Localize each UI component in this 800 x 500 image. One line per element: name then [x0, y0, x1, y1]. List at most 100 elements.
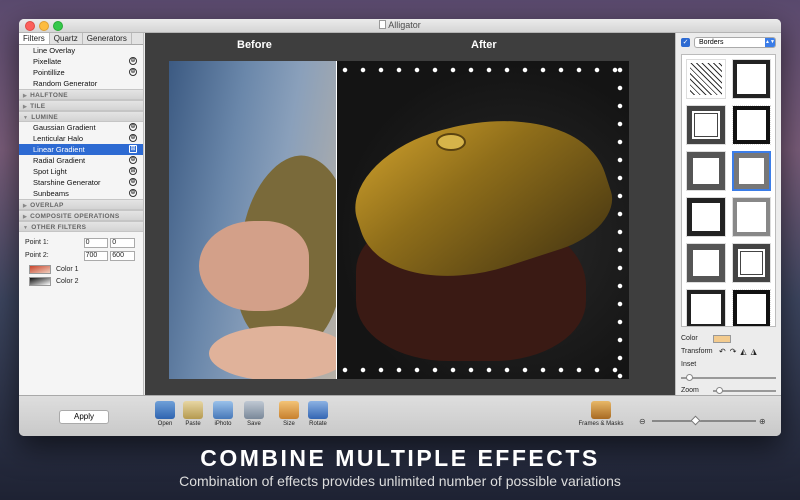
canvas-zoom-knob[interactable] — [690, 415, 701, 426]
border-thumbnail[interactable] — [731, 59, 771, 99]
filter-item-lenticular-halo[interactable]: Lenticular Halo ⊕ — [19, 133, 143, 144]
zoom-in-icon[interactable]: ⊕ — [759, 417, 769, 426]
filter-item-spot-light[interactable]: Spot Light ⊞ — [19, 166, 143, 177]
color2-label: Color 2 — [56, 278, 79, 285]
filter-item-random-generator[interactable]: Random Generator — [19, 78, 143, 89]
tab-filters[interactable]: Filters — [19, 33, 50, 44]
border-thumbnail[interactable] — [686, 105, 726, 145]
point2-x-field[interactable]: 700 — [83, 250, 109, 261]
filter-label: Starshine Generator — [33, 178, 101, 187]
rotate-button[interactable]: Rotate — [302, 401, 334, 427]
tab-generators[interactable]: Generators — [83, 33, 132, 44]
frames-masks-button[interactable]: Frames & Masks — [577, 401, 625, 427]
filter-item-radial-gradient[interactable]: Radial Gradient ⊕ — [19, 155, 143, 166]
color2-swatch[interactable] — [29, 277, 51, 286]
flip-horizontal-icon[interactable]: ◭ — [740, 347, 746, 356]
paste-button[interactable]: Paste — [177, 401, 209, 427]
filter-label: Radial Gradient — [33, 156, 86, 165]
filter-item-linear-gradient[interactable]: Linear Gradient ⊞ — [19, 144, 143, 155]
color1-swatch[interactable] — [29, 265, 51, 274]
border-thumbnail[interactable] — [686, 197, 726, 237]
border-thumbnail[interactable] — [686, 243, 726, 283]
filter-label: Sunbeams — [33, 189, 69, 198]
iphoto-icon — [213, 401, 233, 419]
zoom-out-icon[interactable]: ⊖ — [639, 417, 649, 426]
save-button[interactable]: Save — [238, 401, 270, 427]
filter-item-gaussian-gradient[interactable]: Gaussian Gradient ⊕ — [19, 122, 143, 133]
ornamental-border-bottom — [336, 365, 629, 375]
point1-x-field[interactable]: 0 — [83, 237, 109, 248]
frame-options: Color Transform ↶ ↷ ◭ ◮ Inset Zoom — [676, 329, 781, 400]
disclosure-triangle-icon: ▶ — [23, 214, 28, 220]
color1-label: Color 1 — [56, 266, 79, 273]
after-image — [336, 61, 629, 379]
before-after-divider[interactable] — [336, 61, 337, 379]
iphoto-button[interactable]: iPhoto — [207, 401, 239, 427]
tab-quartz[interactable]: Quartz — [50, 33, 83, 44]
after-label: After — [471, 39, 497, 51]
borders-checkbox[interactable]: ✓ — [681, 38, 690, 47]
apply-button[interactable]: Apply — [59, 410, 109, 424]
inset-slider-row — [681, 371, 776, 384]
document-icon — [379, 20, 387, 29]
size-label: Size — [283, 421, 295, 427]
point2-label: Point 2: — [25, 252, 49, 259]
radial-target-icon: ⊕ — [129, 123, 137, 131]
border-thumbnail[interactable] — [731, 105, 771, 145]
frame-type-select[interactable]: Borders ▲▼ — [694, 37, 776, 48]
point2-y-field[interactable]: 600 — [110, 250, 135, 261]
border-thumbnail[interactable] — [686, 289, 726, 326]
size-button[interactable]: Size — [273, 401, 305, 427]
filter-list: Line Overlay Pixellate ⊕ Pointillize ⊕ Ran… — [19, 45, 143, 232]
section-lumine[interactable]: ▼ LUMINE — [19, 111, 143, 122]
section-tile[interactable]: ▶ TILE — [19, 100, 143, 111]
paste-icon — [183, 401, 203, 419]
border-thumbnail-selected[interactable] — [731, 151, 771, 191]
section-halftone[interactable]: ▶ HALFTONE — [19, 89, 143, 100]
dropdown-arrow-icon: ▲▼ — [765, 38, 775, 47]
zoom-slider-knob[interactable] — [716, 386, 724, 394]
disclosure-triangle-icon: ▶ — [23, 203, 28, 209]
disclosure-triangle-icon: ▼ — [23, 115, 29, 121]
inset-slider-knob[interactable] — [685, 373, 693, 381]
filter-item-sunbeams[interactable]: Sunbeams ⊕ — [19, 188, 143, 199]
rotate-right-icon[interactable]: ↷ — [730, 347, 737, 356]
border-thumbnail[interactable] — [731, 243, 771, 283]
hand-shape — [209, 326, 349, 379]
filter-item-pixellate[interactable]: Pixellate ⊕ — [19, 56, 143, 67]
border-thumbnail[interactable] — [686, 59, 726, 99]
rotate-left-icon[interactable]: ↶ — [719, 347, 726, 356]
section-other-filters[interactable]: ▼ OTHER FILTERS — [19, 221, 143, 232]
border-thumbnail[interactable] — [731, 197, 771, 237]
color-row: Color — [681, 332, 776, 345]
filter-label: Linear Gradient — [33, 145, 85, 154]
hand-shape — [199, 221, 309, 311]
radial-target-icon: ⊕ — [129, 134, 137, 142]
save-icon — [244, 401, 264, 419]
image-canvas[interactable]: Before After — [145, 33, 675, 395]
border-thumbnail[interactable] — [731, 289, 771, 326]
frame-color-swatch[interactable] — [713, 334, 731, 343]
inset-row: Inset — [681, 358, 776, 371]
section-overlap[interactable]: ▶ OVERLAP — [19, 199, 143, 210]
disclosure-triangle-icon: ▼ — [23, 225, 29, 231]
zoom-slider[interactable] — [713, 386, 776, 394]
filter-label: Line Overlay — [33, 46, 76, 55]
canvas-zoom-slider[interactable] — [652, 415, 756, 426]
border-thumbnail[interactable] — [686, 151, 726, 191]
flip-vertical-icon[interactable]: ◮ — [751, 347, 757, 356]
point1-y-field[interactable]: 0 — [110, 237, 135, 248]
transform-row: Transform ↶ ↷ ◭ ◮ — [681, 345, 776, 358]
iphoto-label: iPhoto — [214, 421, 232, 427]
filter-item-pointillize[interactable]: Pointillize ⊕ — [19, 67, 143, 78]
size-icon — [279, 401, 299, 419]
inset-slider[interactable] — [681, 373, 776, 381]
filter-item-line-overlay[interactable]: Line Overlay — [19, 45, 143, 56]
section-composite-operations[interactable]: ▶ COMPOSITE OPERATIONS — [19, 210, 143, 221]
filter-label: Pixellate — [33, 57, 62, 66]
filter-item-starshine-generator[interactable]: Starshine Generator ⊕ — [19, 177, 143, 188]
frames-panel: ✓ Borders ▲▼ Color Transform ↶ ↷ ◭ ◮ Ins… — [675, 33, 781, 395]
title-bar[interactable]: Alligator — [19, 19, 781, 33]
grid-target-icon: ⊞ — [129, 167, 137, 175]
marketing-subline: Combination of effects provides unlimite… — [179, 473, 621, 489]
